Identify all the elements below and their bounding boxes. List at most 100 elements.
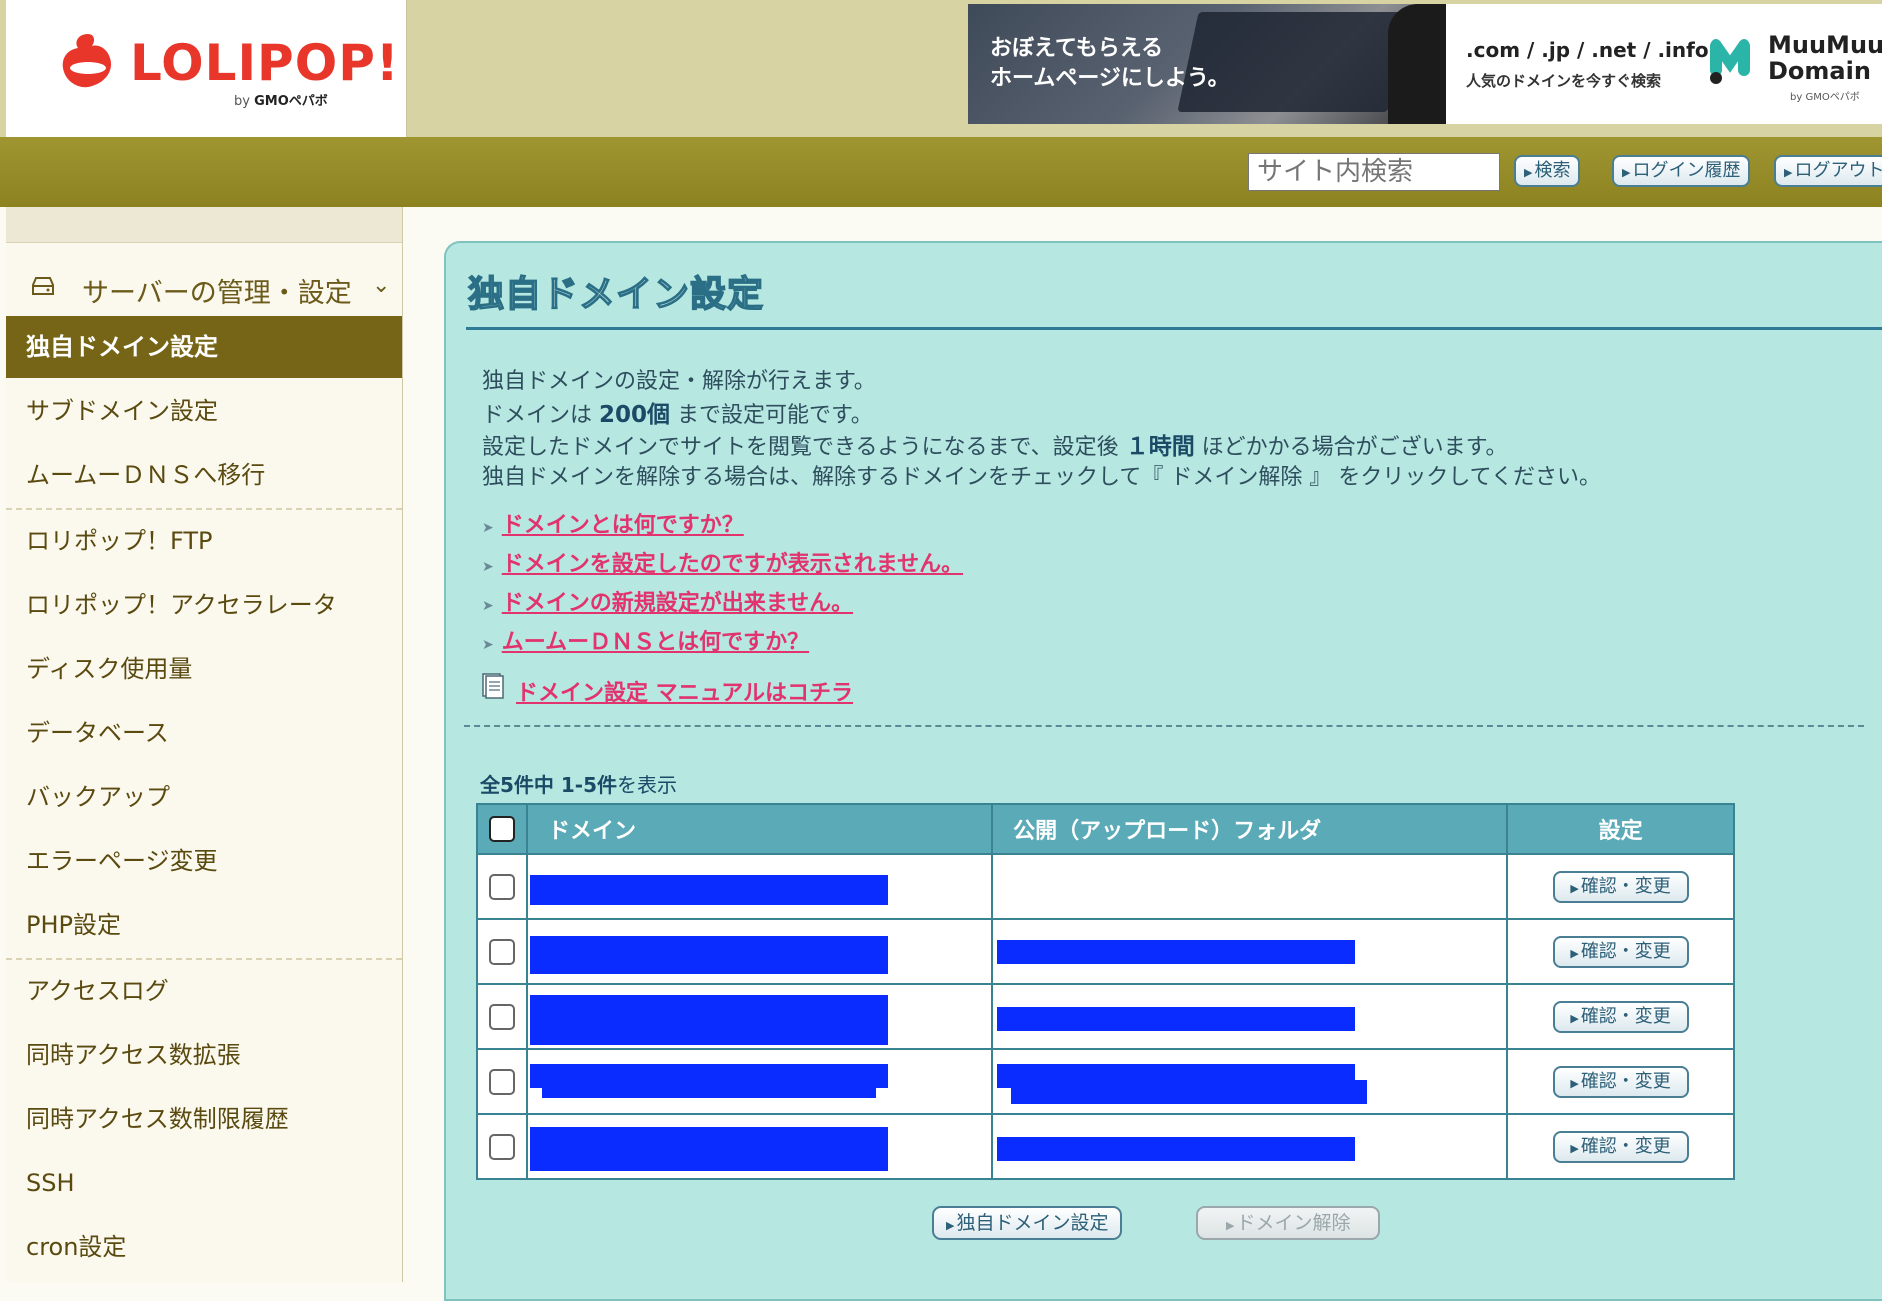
propagation-time: １時間 xyxy=(1125,434,1195,460)
help-link-muumuu-dns[interactable]: ➤ ムームーＤＮＳとは何ですか？ xyxy=(482,624,809,656)
confirm-change-label: 確認・変更 xyxy=(1580,875,1671,897)
column-header-folder: 公開（アップロード）フォルダ xyxy=(991,803,1509,855)
sidebar-item-concurrent-expand[interactable]: 同時アクセス数拡張 xyxy=(6,1024,402,1086)
help-link-cannot-set[interactable]: ➤ ドメインの新規設定が出来ません。 xyxy=(482,585,853,617)
redacted-folder-tail xyxy=(1011,1080,1368,1104)
header: LOLIPOP! by GMOペパボ おぼえてもらえる ホームページにしよう。 … xyxy=(0,0,1882,137)
banner-copy-line1: おぼえてもらえる xyxy=(990,36,1164,61)
sidebar-item-backup[interactable]: バックアップ xyxy=(6,766,402,828)
row-checkbox-cell xyxy=(476,918,528,985)
muumuu-logo-icon xyxy=(1710,39,1750,84)
sidebar-item-php[interactable]: PHP設定 xyxy=(6,894,402,956)
search-button[interactable]: ▶ 検索 xyxy=(1514,155,1581,187)
select-all-cell xyxy=(476,803,528,855)
domain-limit: 200個 xyxy=(599,402,671,428)
table-row: ▶ 確認・変更 xyxy=(476,853,1735,920)
domain-cell xyxy=(525,918,994,985)
description-line4: 独自ドメインを解除する場合は、解除するドメインをチェックして『 ドメイン解除 』… xyxy=(482,465,1602,490)
redacted-domain xyxy=(529,936,888,974)
arrow-right-icon: ➤ xyxy=(482,520,494,536)
row-checkbox[interactable] xyxy=(488,1003,515,1030)
row-checkbox[interactable] xyxy=(488,873,515,900)
confirm-change-button[interactable]: ▶ 確認・変更 xyxy=(1552,1065,1689,1098)
column-header-setting: 設定 xyxy=(1506,803,1735,855)
folder-cell xyxy=(991,1048,1509,1115)
confirm-change-button[interactable]: ▶ 確認・変更 xyxy=(1552,1130,1689,1163)
sidebar-item-subdomain[interactable]: サブドメイン設定 xyxy=(6,380,402,442)
setting-cell: ▶ 確認・変更 xyxy=(1506,918,1735,985)
triangle-right-icon: ▶ xyxy=(1570,1011,1579,1025)
triangle-right-icon: ▶ xyxy=(1784,166,1793,179)
setting-cell: ▶ 確認・変更 xyxy=(1506,1113,1735,1180)
confirm-change-label: 確認・変更 xyxy=(1580,1005,1671,1027)
sidebar-item-accelerator[interactable]: ロリポップ！アクセラレータ xyxy=(6,574,402,636)
logout-button[interactable]: ▶ ログアウト xyxy=(1774,155,1882,187)
triangle-right-icon: ▶ xyxy=(1570,946,1579,960)
logo-text: LOLIPOP! xyxy=(130,34,400,92)
confirm-change-button[interactable]: ▶ 確認・変更 xyxy=(1552,935,1689,968)
domain-cell xyxy=(525,853,994,920)
help-link-not-displayed[interactable]: ➤ ドメインを設定したのですが表示されません。 xyxy=(482,546,963,578)
redacted-domain xyxy=(529,1127,888,1171)
sidebar-item-ftp[interactable]: ロリポップ！FTP xyxy=(6,510,402,572)
manual-link[interactable]: ドメイン設定 マニュアルはコチラ xyxy=(516,675,853,707)
sidebar-item-custom-domain[interactable]: 独自ドメイン設定 xyxy=(6,316,402,378)
select-all-checkbox[interactable] xyxy=(488,816,515,842)
site-search-input[interactable] xyxy=(1248,153,1500,191)
sidebar-section-header[interactable]: サーバーの管理・設定 ⌄ xyxy=(6,257,402,317)
muumuu-by: by GMOペパボ xyxy=(1790,92,1860,103)
remove-domain-button[interactable]: ▶ ドメイン解除 xyxy=(1196,1206,1381,1240)
desc2-text-c: まで設定可能です。 xyxy=(670,403,873,428)
muumuu-brand: MuuMuu Domain xyxy=(1768,32,1882,84)
redacted-domain xyxy=(529,875,888,905)
confirm-change-button[interactable]: ▶ 確認・変更 xyxy=(1552,870,1689,903)
triangle-right-icon: ▶ xyxy=(946,1219,955,1232)
row-checkbox[interactable] xyxy=(488,1068,515,1095)
setting-cell: ▶ 確認・変更 xyxy=(1506,983,1735,1050)
result-count-suffix: を表示 xyxy=(617,773,678,797)
banner-copy-line2: ホームページにしよう。 xyxy=(990,66,1230,91)
help-link-what-is-domain[interactable]: ➤ ドメインとは何ですか？ xyxy=(482,507,744,539)
add-custom-domain-button[interactable]: ▶ 独自ドメイン設定 xyxy=(932,1206,1123,1240)
table-row: ▶ 確認・変更 xyxy=(476,1113,1735,1180)
sidebar-item-ssh[interactable]: SSH xyxy=(6,1152,402,1214)
banner-photo: おぼえてもらえる ホームページにしよう。 xyxy=(968,4,1446,124)
muumuu-brand-line2: Domain xyxy=(1768,57,1871,85)
title-rule xyxy=(466,327,1882,330)
banner-copy: おぼえてもらえる ホームページにしよう。 xyxy=(990,34,1230,94)
muumuu-ad-banner[interactable]: おぼえてもらえる ホームページにしよう。 .com / .jp / .net /… xyxy=(968,4,1882,124)
confirm-change-label: 確認・変更 xyxy=(1580,940,1671,962)
column-header-domain: ドメイン xyxy=(525,803,994,855)
description-line1: 独自ドメインの設定・解除が行えます。 xyxy=(482,369,876,394)
sidebar: サーバーの管理・設定 ⌄ 独自ドメイン設定 サブドメイン設定 ムームーＤＮＳへ移… xyxy=(6,207,403,1282)
lolipop-logo-icon xyxy=(62,34,112,88)
sidebar-item-database[interactable]: データベース xyxy=(6,702,402,764)
result-count: 全5件中 1-5件を表示 xyxy=(480,769,677,798)
row-checkbox[interactable] xyxy=(488,938,515,965)
page-title: 独自ドメイン設定 xyxy=(467,273,765,316)
sidebar-item-cron[interactable]: cron設定 xyxy=(6,1216,402,1278)
redacted-folder xyxy=(997,940,1356,964)
banner-tld-line: .com / .jp / .net / .info xyxy=(1466,38,1709,62)
confirm-change-button[interactable]: ▶ 確認・変更 xyxy=(1552,1000,1689,1033)
help-link-label: ムームーＤＮＳとは何ですか？ xyxy=(501,630,810,655)
domain-cell xyxy=(525,983,994,1050)
desc3-text-a: 設定したドメインでサイトを閲覧できるようになるまで、設定後 xyxy=(482,435,1126,460)
section-divider xyxy=(464,725,1864,727)
sidebar-item-error-page[interactable]: エラーページ変更 xyxy=(6,830,402,892)
row-checkbox[interactable] xyxy=(488,1133,515,1160)
triangle-right-icon: ▶ xyxy=(1524,166,1533,179)
sidebar-top-strip xyxy=(6,207,402,243)
sidebar-item-disk-usage[interactable]: ディスク使用量 xyxy=(6,638,402,700)
confirm-change-label: 確認・変更 xyxy=(1580,1135,1671,1157)
triangle-right-icon: ▶ xyxy=(1226,1219,1235,1232)
result-count-range: 全5件中 1-5件 xyxy=(480,773,618,797)
lolipop-logo[interactable]: LOLIPOP! by GMOペパボ xyxy=(6,0,407,137)
login-history-button[interactable]: ▶ ログイン履歴 xyxy=(1612,155,1751,187)
sidebar-item-concurrent-history[interactable]: 同時アクセス数制限履歴 xyxy=(6,1088,402,1150)
redacted-domain xyxy=(529,1064,888,1088)
sidebar-item-muumuu-dns[interactable]: ムームーＤＮＳへ移行 xyxy=(6,444,402,506)
help-link-label: ドメインを設定したのですが表示されません。 xyxy=(501,552,964,577)
confirm-change-label: 確認・変更 xyxy=(1580,1070,1671,1092)
sidebar-item-access-log[interactable]: アクセスログ xyxy=(6,960,402,1022)
